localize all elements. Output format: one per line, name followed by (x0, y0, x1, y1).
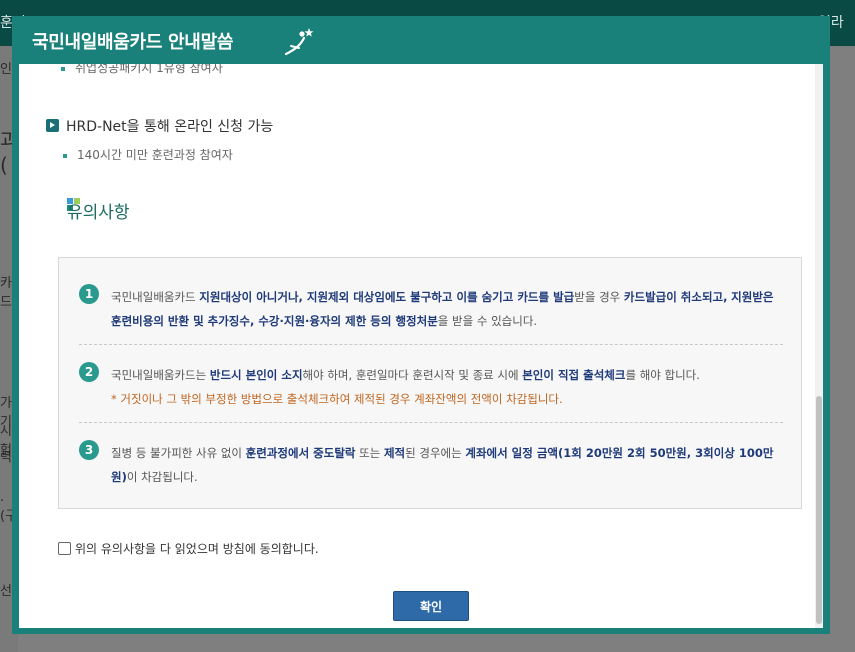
card-notice-modal: 국민내일배움카드 안내말씀 취업성공패키지 1유형 참여자 HRD-Net을 통… (12, 16, 830, 634)
background-text: 선 (0, 584, 12, 599)
notice-text: 질병 등 불가피한 사유 없이 훈련과정에서 중도탈락 또는 제적된 경우에는 … (111, 441, 781, 489)
emphasis-text: 카드발급이 취소되고, (623, 290, 728, 304)
list-item-text: 140시간 미만 훈련과정 참여자 (77, 148, 233, 162)
modal-body: 취업성공패키지 1유형 참여자 HRD-Net을 통해 온라인 신청 가능 14… (19, 64, 823, 628)
list-item: 140시간 미만 훈련과정 참여자 (63, 146, 233, 163)
arrow-right-box-icon (46, 119, 59, 132)
partially-scrolled-item: 취업성공패키지 1유형 참여자 (61, 64, 223, 76)
notice-text-part: 된 경우에는 (405, 446, 466, 460)
section-title-text: 유의사항 (67, 203, 130, 223)
dashed-divider (79, 344, 783, 345)
modal-header: 국민내일배움카드 안내말씀 (12, 16, 830, 64)
notice-text-part: 국민내일배움카드 (111, 290, 200, 304)
agree-checkbox-label[interactable]: 위의 유의사항을 다 읽었으며 방침에 동의합니다. (58, 540, 319, 557)
emphasis-text: 제적 (383, 446, 406, 460)
notice-text-part: 을 받을 수 있습니다. (437, 314, 538, 328)
modal-scrollbar[interactable] (815, 64, 823, 628)
notice-line: 국민내일배움카드는 반드시 본인이 소지해야 하며, 훈련일마다 훈련시작 및 … (111, 363, 781, 387)
notice-text-part: 질병 등 불가피한 사유 없이 (111, 446, 246, 460)
notice-text-part: 를 해야 합니다. (625, 368, 700, 382)
dashed-divider (79, 422, 783, 423)
notice-text-part: 받을 경우 (574, 290, 624, 304)
number-badge: 1 (79, 284, 99, 304)
emphasis-text: 훈련과정에서 중도탈락 (245, 446, 356, 460)
list-item-text: 취업성공패키지 1유형 참여자 (75, 64, 223, 75)
notice-text-part: 또는 (355, 446, 384, 460)
bullet-icon (61, 66, 65, 71)
method-title: HRD-Net을 통해 온라인 신청 가능 (66, 119, 274, 135)
modal-title: 국민내일배움카드 안내말씀 (32, 32, 234, 53)
emphasis-text: 본인이 직접 출석체크 (522, 368, 626, 382)
emphasis-text: 반드시 본인이 소지 (209, 368, 303, 382)
notice-text-part: 이 차감됩니다. (126, 470, 198, 484)
agree-checkbox[interactable] (58, 542, 71, 555)
bullet-icon (63, 153, 67, 158)
notice-text: 국민내일배움카드 지원대상이 아니거나, 지원제외 대상임에도 불구하고 이를 … (111, 285, 781, 333)
notice-text: 국민내일배움카드는 반드시 본인이 소지해야 하며, 훈련일마다 훈련시작 및 … (111, 363, 781, 411)
number-badge: 2 (79, 362, 99, 382)
background-right-edge (828, 46, 855, 652)
notice-text-part: 국민내일배움카드는 (111, 368, 210, 382)
scrollbar-thumb[interactable] (816, 396, 822, 624)
emphasis-text: 지원대상이 아니거나, 지원제외 대상임에도 불구하고 이를 숨기고 카드를 발… (199, 290, 575, 304)
warning-text: * 거짓이나 그 밖의 부정한 방법으로 출석체크하여 제적된 경우 계좌잔액의… (111, 392, 563, 406)
confirm-button[interactable]: 확인 (393, 591, 469, 621)
agree-label-text: 위의 유의사항을 다 읽었으며 방침에 동의합니다. (75, 542, 319, 556)
notice-text-part: 해야 하며, 훈련일마다 훈련시작 및 종료 시에 (302, 368, 523, 382)
number-badge: 3 (79, 440, 99, 460)
notice-box: 1 국민내일배움카드 지원대상이 아니거나, 지원제외 대상임에도 불구하고 이… (58, 257, 802, 509)
flying-person-logo-icon (284, 28, 314, 56)
